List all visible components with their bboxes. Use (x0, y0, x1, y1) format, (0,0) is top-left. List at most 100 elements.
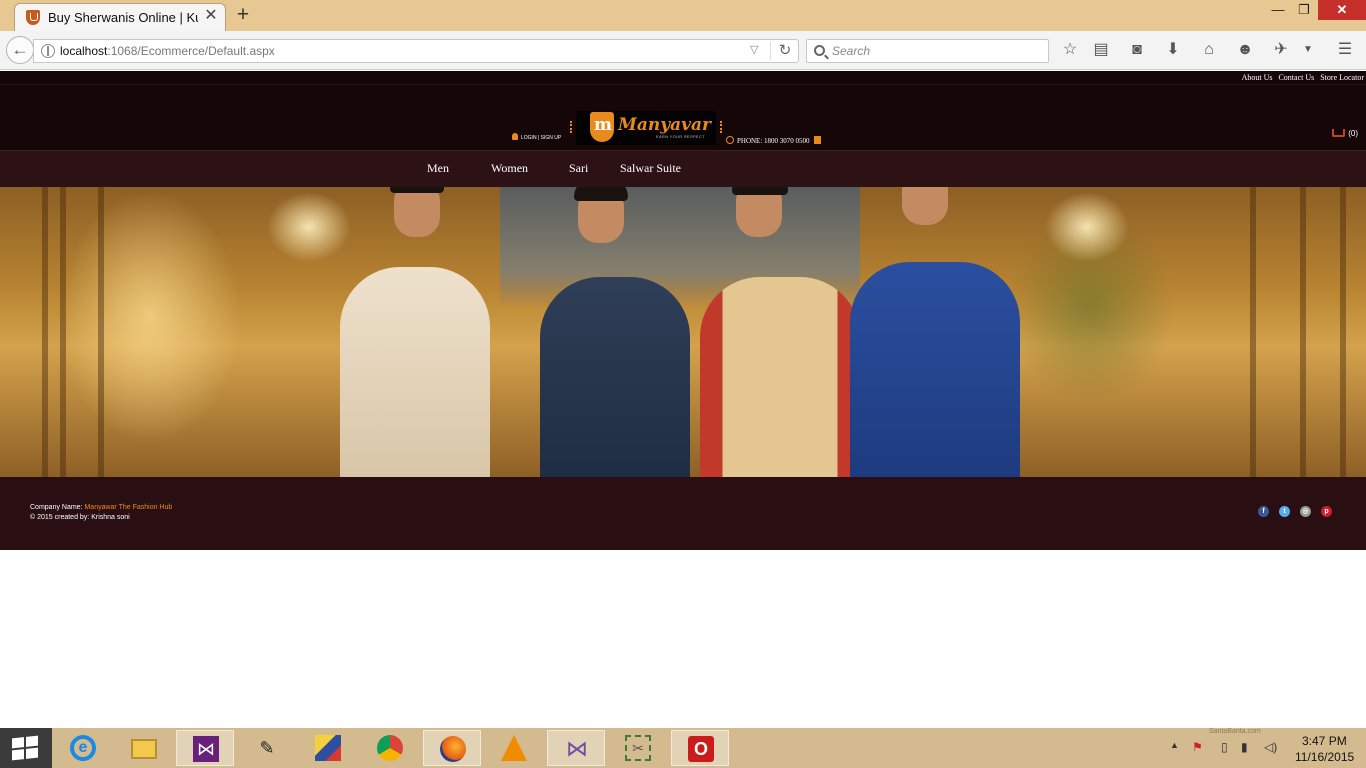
nav-item-women[interactable]: Women (491, 161, 528, 176)
globe-icon (41, 44, 55, 58)
login-link[interactable]: LOGIN | SIGN UP (512, 133, 561, 141)
site-footer: Company Name: Manyawar The Fashion Hub ©… (0, 477, 1366, 550)
cart-link[interactable]: (0) (1332, 129, 1358, 138)
extension-dropdown-icon[interactable]: ▼ (1296, 39, 1320, 61)
taskbar-vs-blend[interactable]: ⋈ (547, 730, 605, 766)
banner-model-blue-kurta (850, 187, 1020, 477)
nav-item-salwar-suite[interactable]: Salwar Suite (620, 161, 681, 176)
chat-icon[interactable]: ☻ (1233, 39, 1257, 61)
download-icon[interactable]: ⬇ (1161, 39, 1185, 61)
taskbar: e ⋈ ✎ ⋈ ✂ O SantaBanta.com ▲ ⚑ ▯ ▮ ◁) 3:… (0, 728, 1366, 768)
taskbar-internet-explorer[interactable]: e (54, 730, 112, 766)
phone-icon (726, 136, 734, 144)
vlc-icon (501, 735, 527, 761)
internet-explorer-icon: e (70, 735, 96, 761)
address-bar[interactable]: localhost:1068/Ecommerce/Default.aspx ▽ … (33, 39, 799, 63)
logo-tagline: EARN YOUR RESPECT (656, 134, 705, 139)
vs-blend-icon: ⋈ (566, 736, 588, 761)
close-tab-icon[interactable]: ✕ (203, 8, 219, 24)
cart-count: (0) (1348, 129, 1358, 138)
network-icon[interactable]: ▮ (1241, 740, 1248, 754)
twitter-icon[interactable]: t (1279, 506, 1290, 517)
taskbar-paint-app[interactable] (299, 730, 357, 766)
browser-titlebar: Buy Sherwanis Online | Ku... ✕ + — ❐ ✕ (0, 0, 1366, 31)
url-divider (770, 42, 771, 60)
search-input[interactable] (832, 42, 1042, 60)
taskbar-chrome[interactable] (361, 730, 419, 766)
eyedropper-icon: ✎ (259, 738, 275, 758)
tab-title: Buy Sherwanis Online | Ku... (48, 10, 198, 25)
banner-model-white-kurta (340, 187, 490, 477)
phone-info: PHONE: 1800 3070 0500 (726, 136, 821, 145)
logo-shield-icon (590, 112, 614, 142)
show-hidden-icons-icon[interactable]: ▲ (1170, 740, 1179, 750)
search-bar[interactable] (806, 39, 1049, 63)
taskbar-firefox[interactable] (423, 730, 481, 766)
clock-date[interactable]: 11/16/2015 (1295, 750, 1354, 764)
bookmark-star-icon[interactable]: ☆ (1058, 39, 1082, 61)
extension-icon[interactable]: ✈ (1269, 39, 1293, 61)
volume-icon[interactable]: ◁) (1264, 740, 1277, 754)
firefox-icon (440, 736, 466, 762)
cart-icon (1332, 129, 1346, 137)
start-button[interactable] (0, 728, 52, 768)
clock-time[interactable]: 3:47 PM (1302, 734, 1347, 748)
nav-item-men[interactable]: Men (427, 161, 449, 176)
banner-model-navy-kurta (540, 187, 690, 477)
paint-app-icon (315, 735, 341, 761)
action-center-icon[interactable]: ⚑ (1192, 740, 1203, 754)
taskbar-vlc[interactable] (485, 730, 543, 766)
pocket-icon[interactable]: ◙ (1125, 39, 1149, 61)
site-favicon-icon (26, 10, 40, 25)
about-us-link[interactable]: About Us (1242, 73, 1273, 82)
reload-icon[interactable]: ↻ (775, 41, 795, 59)
taskbar-eyedropper[interactable]: ✎ (238, 730, 296, 766)
snipping-tool-icon: ✂ (625, 735, 651, 761)
contact-us-link[interactable]: Contact Us (1278, 73, 1314, 82)
battery-icon[interactable]: ▯ (1221, 740, 1228, 754)
menu-icon[interactable]: ☰ (1333, 39, 1357, 61)
instagram-icon[interactable]: ◎ (1300, 506, 1311, 517)
banner-model-beige-jacket (700, 187, 860, 477)
reading-list-icon[interactable]: ▤ (1089, 39, 1113, 61)
footer-credit: © 2015 created by: Krishna soni (30, 514, 130, 521)
file-explorer-icon (131, 739, 157, 759)
visual-studio-icon: ⋈ (193, 736, 219, 762)
store-locator-link[interactable]: Store Locator (1320, 73, 1364, 82)
close-window-button[interactable]: ✕ (1318, 0, 1366, 20)
catalog-icon[interactable] (813, 136, 821, 144)
top-links: About Us Contact Us Store Locator (1238, 73, 1364, 82)
company-name-link[interactable]: Manyawar The Fashion Hub (84, 504, 172, 511)
watermark: SantaBanta.com (1209, 728, 1261, 735)
taskbar-opera[interactable]: O (671, 730, 729, 766)
nav-item-sari[interactable]: Sari (569, 161, 588, 176)
footer-company: Company Name: Manyawar The Fashion Hub (30, 504, 173, 511)
browser-toolbar: ← localhost:1068/Ecommerce/Default.aspx … (0, 31, 1366, 70)
hero-banner-image (0, 187, 1366, 477)
user-icon (512, 133, 518, 140)
browser-tab[interactable]: Buy Sherwanis Online | Ku... ✕ (14, 3, 226, 31)
windows-logo-icon (12, 735, 38, 761)
search-icon (814, 45, 825, 56)
facebook-icon[interactable]: f (1258, 506, 1269, 517)
new-tab-button[interactable]: + (233, 4, 253, 26)
web-page: About Us Contact Us Store Locator LOGIN … (0, 71, 1366, 550)
logo-text: Manyavar (618, 115, 711, 135)
history-dropdown-icon[interactable]: ▽ (750, 43, 758, 56)
minimize-button[interactable]: — (1266, 0, 1290, 20)
maximize-button[interactable]: ❐ (1292, 0, 1316, 20)
taskbar-file-explorer[interactable] (115, 730, 173, 766)
opera-icon: O (688, 736, 714, 762)
taskbar-snipping-tool[interactable]: ✂ (609, 730, 667, 766)
back-button[interactable]: ← (6, 36, 34, 64)
taskbar-visual-studio[interactable]: ⋈ (176, 730, 234, 766)
header-divider (0, 84, 1366, 85)
dotted-separator (570, 121, 572, 133)
url-text[interactable]: localhost:1068/Ecommerce/Default.aspx (60, 44, 275, 58)
dotted-separator (720, 121, 722, 133)
site-logo[interactable]: Manyavar EARN YOUR RESPECT (576, 111, 716, 145)
chrome-icon (377, 735, 403, 761)
main-nav: Men Women Sari Salwar Suite (0, 150, 1366, 187)
pinterest-icon[interactable]: p (1321, 506, 1332, 517)
home-icon[interactable]: ⌂ (1197, 39, 1221, 61)
